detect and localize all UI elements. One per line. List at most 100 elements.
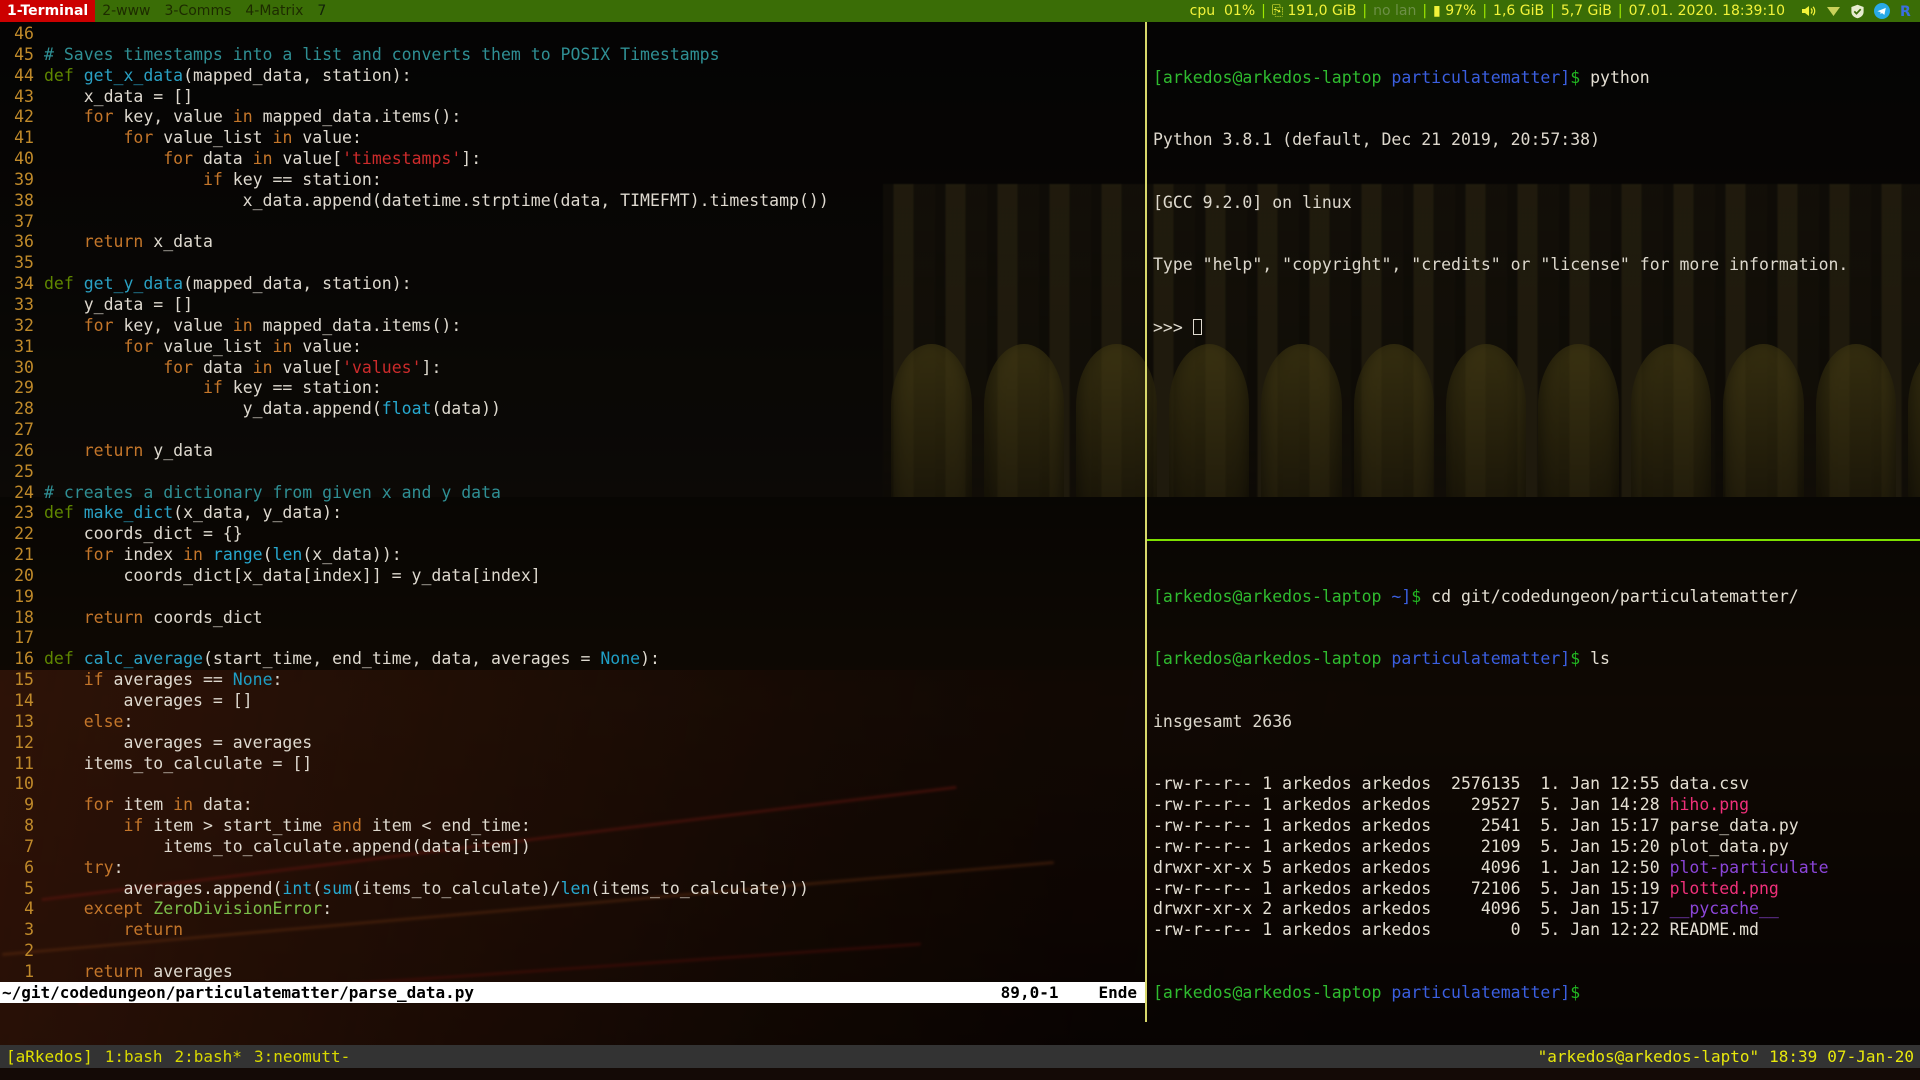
vim-cursor-position: 89,0-1 <box>1000 983 1059 1002</box>
line-number: 41 <box>14 128 34 148</box>
workspace-tag-7[interactable]: 7 <box>310 0 333 22</box>
line-number: 9 <box>24 795 34 815</box>
line-number: 28 <box>14 399 34 419</box>
tmux-time: 18:39 <box>1769 1047 1818 1066</box>
code-line: 36 return x_data <box>0 232 1145 253</box>
code-token: make_dict <box>83 503 174 523</box>
code-token: else <box>83 711 124 731</box>
tmux-session-name: [aRkedos] <box>6 1047 93 1066</box>
code-token: if <box>83 670 104 690</box>
code-token: y_data.append( <box>44 399 382 419</box>
tmux-window-item[interactable]: 3:neomutt- <box>254 1047 350 1066</box>
code-line: 30 for data in value['values']: <box>0 358 1145 379</box>
line-number: 44 <box>14 65 34 85</box>
code-line: 17 <box>0 628 1145 649</box>
shell-prompt-line: [arkedos@arkedos-laptop particulatematte… <box>1153 68 1916 89</box>
code-token: try <box>83 857 114 877</box>
line-number: 26 <box>14 440 34 460</box>
code-token: value_list <box>153 128 273 148</box>
line-number: 34 <box>14 274 34 294</box>
tmux-vertical-split[interactable] <box>1145 22 1147 1022</box>
line-number: 22 <box>14 524 34 544</box>
code-token: key == station: <box>222 378 382 398</box>
ls-entry-meta: -rw-r--r-- 1 arkedos arkedos 2541 5. Jan… <box>1153 815 1670 835</box>
line-number: 27 <box>14 420 34 440</box>
python-repl-pane[interactable]: [arkedos@arkedos-laptop particulatematte… <box>1147 22 1920 539</box>
code-token: : <box>272 670 283 690</box>
code-token: item > start_time <box>143 816 333 836</box>
ls-entry-name: hiho.png <box>1669 795 1750 815</box>
code-line: 15 if averages == None: <box>0 670 1145 691</box>
workspace-tag-2-www[interactable]: 2-www <box>95 0 157 22</box>
vim-file-path: ~/git/codedungeon/particulatematter/pars… <box>2 983 475 1002</box>
shell-pane[interactable]: [arkedos@arkedos-laptop ~]$ cd git/coded… <box>1147 541 1920 1022</box>
code-token: averages <box>143 961 233 981</box>
code-line: 1 return averages <box>0 962 1145 983</box>
line-number: 46 <box>14 24 34 43</box>
code-token: (items_to_calculate)/ <box>351 878 561 898</box>
ls-total-line: insgesamt 2636 <box>1153 711 1293 731</box>
code-token: : <box>322 899 333 919</box>
line-number: 38 <box>14 190 34 210</box>
tmux-window-item[interactable]: 1:bash <box>105 1047 163 1066</box>
shell-terminal-output[interactable]: [arkedos@arkedos-laptop ~]$ cd git/coded… <box>1147 541 1920 1022</box>
code-line: 7 items_to_calculate.append(data[item]) <box>0 837 1145 858</box>
prompt-path: particulatematter] <box>1391 649 1571 669</box>
prompt-user: [arkedos@arkedos-laptop <box>1153 67 1382 87</box>
tmux-horizontal-split[interactable] <box>1147 539 1920 541</box>
code-token: (x_data, y_data): <box>173 503 343 523</box>
code-token: (items_to_calculate))) <box>590 878 809 898</box>
line-number: 32 <box>14 315 34 335</box>
typed-command: python <box>1590 67 1650 87</box>
ls-entry: -rw-r--r-- 1 arkedos arkedos 72106 5. Ja… <box>1153 879 1916 900</box>
telegram-icon[interactable] <box>1874 3 1890 19</box>
ls-entry: -rw-r--r-- 1 arkedos arkedos 0 5. Jan 12… <box>1153 920 1916 941</box>
code-token: index <box>113 545 184 565</box>
code-line: 24 # creates a dictionary from given x an… <box>0 483 1145 504</box>
disk-widget: ⎘ 191,0 GiB <box>1271 3 1357 19</box>
code-token: in <box>252 149 273 169</box>
shield-icon[interactable] <box>1850 4 1865 19</box>
tmux-window-item[interactable]: 2:bash* <box>175 1047 242 1066</box>
dropbox-icon[interactable] <box>1826 5 1841 18</box>
workspace-tag-3-comms[interactable]: 3-Comms <box>158 0 239 22</box>
code-token: for <box>123 128 154 148</box>
code-token: int <box>282 878 313 898</box>
code-line: 29 if key == station: <box>0 378 1145 399</box>
line-number: 36 <box>14 232 34 252</box>
code-token: if <box>123 816 144 836</box>
line-number: 30 <box>14 357 34 377</box>
vim-code-buffer[interactable]: 46 45 # Saves timestamps into a list and c… <box>0 22 1145 1002</box>
ls-entry: -rw-r--r-- 1 arkedos arkedos 2541 5. Jan… <box>1153 816 1916 837</box>
python-terminal-output[interactable]: [arkedos@arkedos-laptop particulatematte… <box>1147 22 1920 380</box>
code-token: def <box>44 65 84 85</box>
code-line: 22 coords_dict = {} <box>0 524 1145 545</box>
line-number: 14 <box>14 691 34 710</box>
rss-icon[interactable]: R <box>1899 3 1914 19</box>
vim-editor-pane[interactable]: 46 45 # Saves timestamps into a list and c… <box>0 22 1145 1022</box>
code-token: mapped_data.items(): <box>252 107 462 127</box>
prompt-sign: $ <box>1411 586 1422 606</box>
tmux-date: 07-Jan-20 <box>1827 1047 1914 1066</box>
code-token: for <box>163 357 194 377</box>
code-token: def <box>44 503 84 523</box>
code-token: value[ <box>272 357 343 377</box>
workspace-tag-1-terminal[interactable]: 1-Terminal <box>0 0 96 22</box>
code-token: # Saves timestamps into a list and conve… <box>44 44 720 64</box>
ls-entry: drwxr-xr-x 5 arkedos arkedos 4096 1. Jan… <box>1153 858 1916 879</box>
volume-icon[interactable] <box>1801 4 1817 18</box>
code-line: 3 return <box>0 920 1145 941</box>
typed-command: ls <box>1590 649 1610 669</box>
python-banner-line: Python 3.8.1 (default, Dec 21 2019, 20:5… <box>1153 130 1601 150</box>
workspace-tag-4-matrix[interactable]: 4-Matrix <box>238 0 310 22</box>
code-token: (x_data)): <box>302 545 402 565</box>
code-line: 40 for data in value['timestamps']: <box>0 149 1145 170</box>
code-token: (mapped_data, station): <box>183 274 412 294</box>
line-number: 3 <box>24 920 34 940</box>
